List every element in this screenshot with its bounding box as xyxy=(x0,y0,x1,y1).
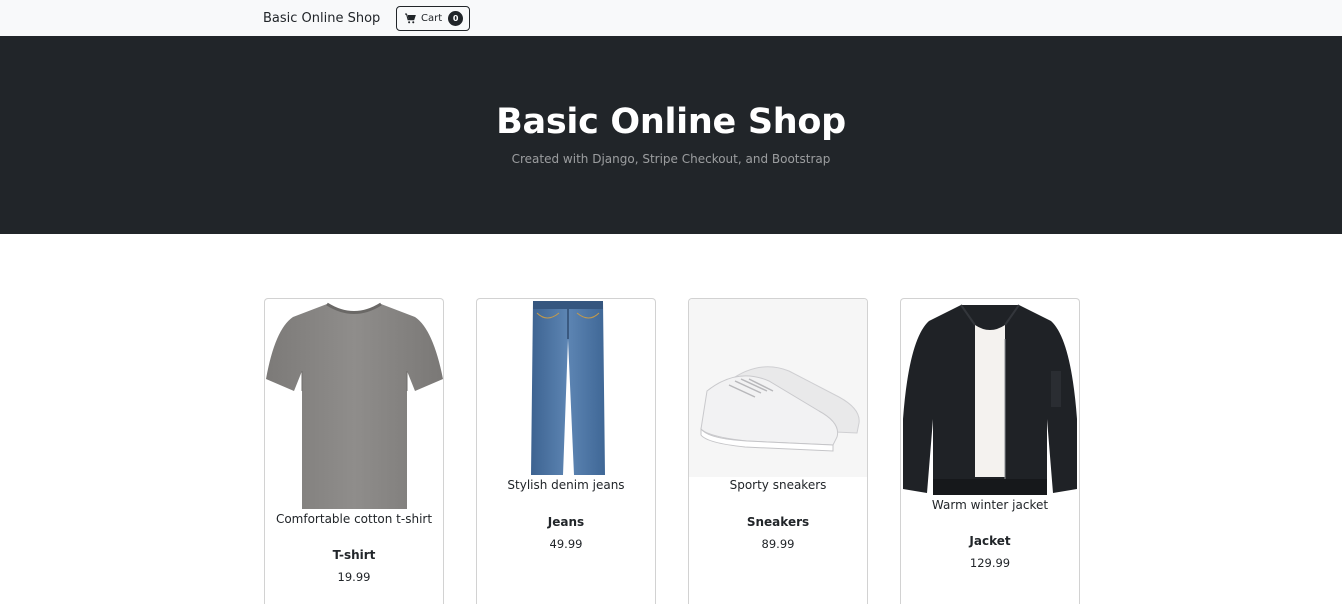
sneakers-image xyxy=(689,299,867,477)
product-grid: Comfortable cotton t-shirt T-shirt 19.99 xyxy=(0,298,1342,604)
product-name: Jacket xyxy=(969,534,1011,548)
product-price: 89.99 xyxy=(761,537,795,551)
product-price: 49.99 xyxy=(549,537,583,551)
navbar: Basic Online Shop Cart 0 xyxy=(0,0,1342,36)
product-price: 19.99 xyxy=(337,570,371,584)
product-card-tshirt[interactable]: Comfortable cotton t-shirt T-shirt 19.99 xyxy=(264,298,444,604)
cart-button[interactable]: Cart 0 xyxy=(396,6,470,31)
cart-label: Cart xyxy=(421,13,443,24)
product-description: Sporty sneakers xyxy=(729,478,827,492)
product-card-jacket[interactable]: Warm winter jacket Jacket 129.99 xyxy=(900,298,1080,604)
product-name: T-shirt xyxy=(332,548,376,562)
product-price: 129.99 xyxy=(969,556,1011,570)
product-description: Comfortable cotton t-shirt xyxy=(275,512,433,526)
tshirt-image xyxy=(265,299,443,511)
product-name: Jeans xyxy=(547,515,585,529)
product-card-sneakers[interactable]: Sporty sneakers Sneakers 89.99 xyxy=(688,298,868,604)
hero-banner: Basic Online Shop Created with Django, S… xyxy=(0,36,1342,234)
jacket-image xyxy=(901,299,1079,497)
jeans-image xyxy=(477,299,655,477)
hero-title: Basic Online Shop xyxy=(496,102,846,142)
navbar-brand[interactable]: Basic Online Shop xyxy=(263,11,380,26)
product-description: Stylish denim jeans xyxy=(507,478,625,492)
product-card-jeans[interactable]: Stylish denim jeans Jeans 49.99 xyxy=(476,298,656,604)
cart-count-badge: 0 xyxy=(448,11,464,26)
cart-icon xyxy=(405,13,416,24)
product-description: Warm winter jacket xyxy=(931,498,1049,512)
product-name: Sneakers xyxy=(746,515,810,529)
hero-subtitle: Created with Django, Stripe Checkout, an… xyxy=(511,152,831,166)
